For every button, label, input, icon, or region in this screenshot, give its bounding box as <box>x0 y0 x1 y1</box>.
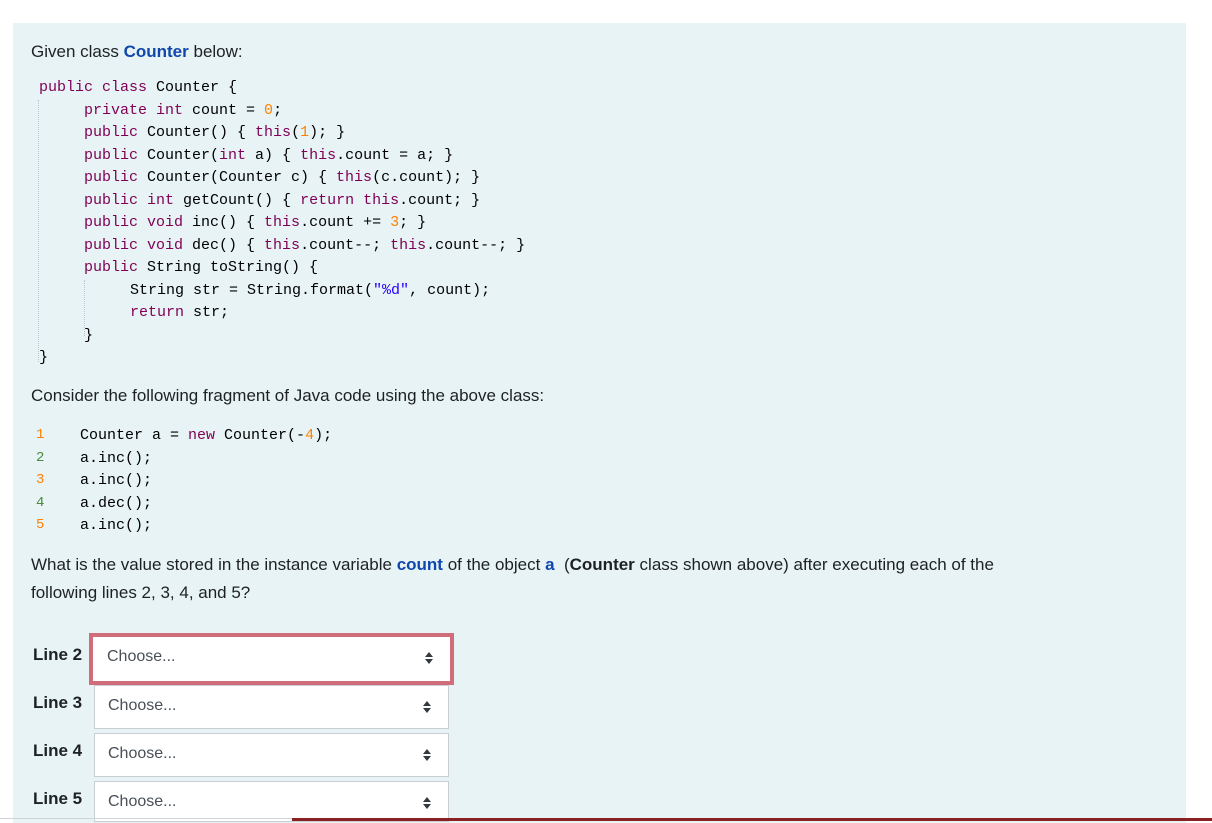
question-part-2: of the object <box>442 555 546 574</box>
class-code-line-3: public Counter() { this(1); } <box>84 124 346 141</box>
line-number-5: 5 <box>36 517 45 533</box>
select-arrows-icon <box>423 749 431 761</box>
intro-text: Given class Counter below: <box>31 38 243 66</box>
question-cls: Counter <box>569 555 635 574</box>
answer-select-line-5[interactable]: Choose... <box>94 781 449 822</box>
question-part-1: What is the value stored in the instance… <box>31 555 397 574</box>
class-code-line-5: public Counter(Counter c) { this(c.count… <box>84 169 481 186</box>
intro-prefix: Given class <box>31 42 124 61</box>
class-code-line-6: public int getCount() { return this.coun… <box>84 192 481 209</box>
select-arrows-icon <box>423 797 431 809</box>
question-part-4: class shown above) after executing each … <box>634 555 994 574</box>
question-obj: a <box>545 555 555 574</box>
question-text-line-2: following lines 2, 3, 4, and 5? <box>31 583 251 602</box>
select-arrows-icon <box>423 701 431 713</box>
answer-select-line-4[interactable]: Choose... <box>94 733 449 777</box>
question-part-3: ( <box>554 555 570 574</box>
line-number-1: 1 <box>36 427 45 443</box>
class-code-line-4: public Counter(int a) { this.count = a; … <box>84 147 454 164</box>
answer-select-line-3[interactable]: Choose... <box>94 685 449 729</box>
fragment-line-3: a.inc(); <box>80 472 153 489</box>
class-code-line-9: public String toString() { <box>84 259 319 276</box>
answer-label-line-2: Line 2 <box>33 645 83 664</box>
answer-label-line-4: Line 4 <box>33 741 83 760</box>
line-number-2: 2 <box>36 450 45 466</box>
fragment-line-4: a.dec(); <box>80 495 153 512</box>
fragment-intro: Consider the following fragment of Java … <box>31 386 545 405</box>
class-code-line-2: private int count = 0; <box>84 102 283 119</box>
class-code-line-12: } <box>84 327 94 344</box>
fragment-line-5: a.inc(); <box>80 517 153 534</box>
class-code-line-10: String str = String.format("%d", count); <box>130 282 491 299</box>
class-code-line-8: public void dec() { this.count--; this.c… <box>84 237 526 254</box>
intro-class-name: Counter <box>123 42 189 61</box>
class-code-line-13: } <box>39 349 49 366</box>
line-number-3: 3 <box>36 472 45 488</box>
line-number-4: 4 <box>36 495 45 511</box>
answer-select-line-4-value: Choose... <box>108 745 177 762</box>
intro-suffix: below: <box>188 42 243 61</box>
question-text-line-1: What is the value stored in the instance… <box>31 551 994 579</box>
class-code-line-7: public void inc() { this.count += 3; } <box>84 214 427 231</box>
class-code-line-11: return str; <box>130 304 230 321</box>
select-arrows-icon <box>425 652 433 664</box>
code-indent-guide <box>38 100 39 362</box>
bottom-divider <box>0 818 292 819</box>
answer-select-line-2-value: Choose... <box>107 648 176 665</box>
fragment-line-1: Counter a = new Counter(-4); <box>80 427 333 444</box>
answer-select-line-3-value: Choose... <box>108 697 177 714</box>
answer-label-line-5: Line 5 <box>33 789 83 808</box>
question-var: count <box>396 555 443 574</box>
answer-select-line-5-value: Choose... <box>108 793 177 810</box>
class-code-line-1: public class Counter { <box>39 79 238 96</box>
answer-select-line-2[interactable]: Choose... <box>89 633 454 685</box>
fragment-line-2: a.inc(); <box>80 450 153 467</box>
bottom-accent-line <box>292 818 1212 821</box>
answer-label-line-3: Line 3 <box>33 693 83 712</box>
